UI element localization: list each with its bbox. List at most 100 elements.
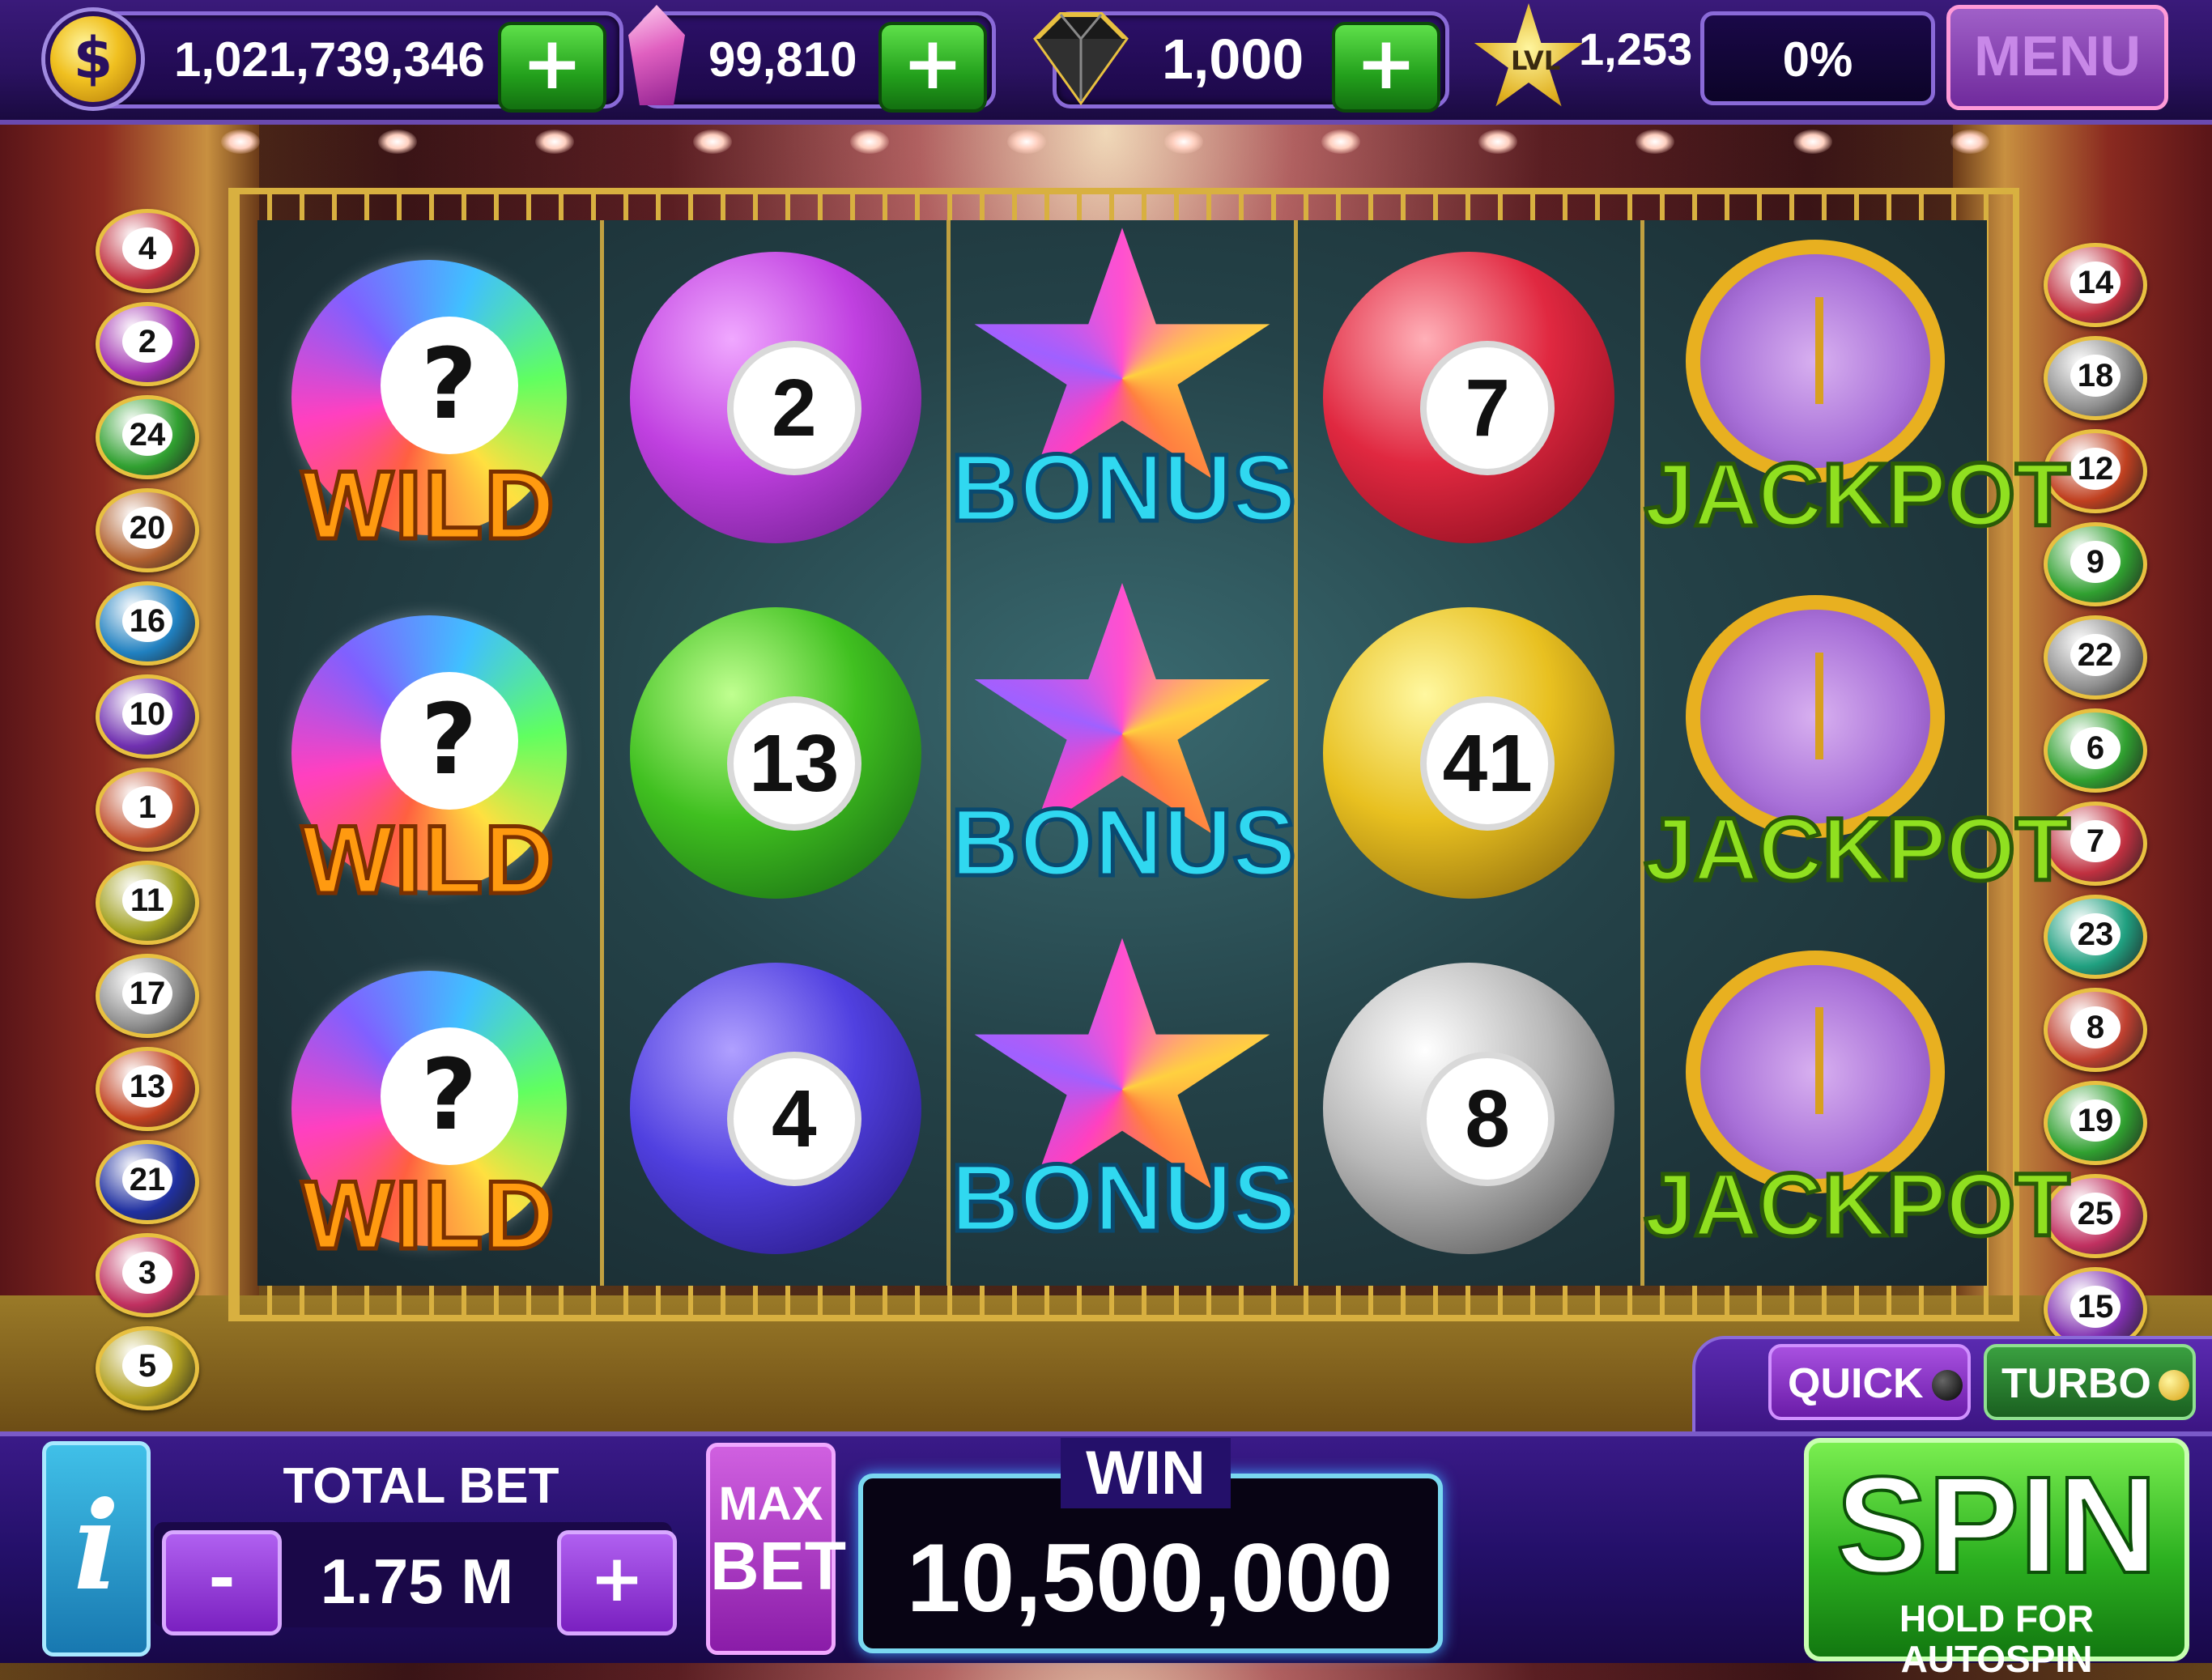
level-prefix: LVL [1511,45,1561,76]
called-number: 12 [2070,448,2121,490]
called-number-right-ball: 23 [2044,895,2147,979]
called-number: 18 [2070,355,2121,397]
called-number-right-ball: 6 [2044,708,2147,793]
symbol-jackpot: JACKPOT [1642,220,2072,576]
called-number-left-ball: 3 [96,1233,199,1317]
stage-lights [162,130,2048,194]
called-number-left-ball: 10 [96,674,199,759]
level-value: 1,253 [1579,23,1693,74]
symbol-bonus: BONUS [949,220,1298,576]
reel-1: ? WILD ? WILD ? WILD [257,220,605,1286]
menu-button[interactable]: MENU [1946,5,2168,110]
symbol-ball-purple: 2 [604,220,946,576]
called-number-right-ball: 22 [2044,615,2147,700]
called-number-left-ball: 13 [96,1047,199,1131]
called-numbers-left: 4 2 24 20 16 10 1 11 17 13 21 3 5 [96,209,201,1419]
buy-coins-button[interactable]: + [498,22,606,113]
called-number: 11 [122,879,172,921]
symbol-wild: ? WILD [257,220,600,576]
symbol-ball-red: 7 [1298,220,1640,576]
called-number-right-ball: 18 [2044,336,2147,420]
called-number-right-ball: 8 [2044,988,2147,1072]
xp-progress-bar: 0% [1700,11,1935,105]
quick-indicator-icon [1932,1370,1963,1401]
top-bar: 1,021,739,346 + $ 99,810 + 1,000 + LVL 1… [0,0,2212,125]
max-bet-button[interactable]: MAX BET [706,1443,846,1655]
quick-label: QUICK [1788,1360,1924,1407]
symbol-wild: ? WILD [257,576,600,931]
called-number: 7 [2070,820,2121,862]
called-number: 10 [122,693,172,735]
symbol-jackpot: JACKPOT [1642,576,2072,931]
called-number: 1 [122,786,172,828]
max-bet-line2: BET [710,1528,846,1604]
quick-spin-toggle[interactable]: QUICK [1768,1344,1971,1420]
bingo-ball-icon: 7 [1323,252,1615,544]
called-number: 9 [2070,541,2121,583]
reels-area: ? WILD ? WILD ? WILD 2 13 4 BONUS BONUS … [257,220,2072,1286]
xp-percent: 0% [1782,32,1853,87]
called-number-left-ball: 21 [96,1140,199,1224]
called-number-left-ball: 17 [96,954,199,1038]
gems-balance: 99,810 + [640,11,996,113]
called-number-left-ball: 16 [96,581,199,666]
symbol-jackpot: JACKPOT [1642,930,2072,1286]
called-number-right-ball: 14 [2044,243,2147,327]
spin-button[interactable]: SPIN HOLD FOR AUTOSPIN [1804,1438,2189,1679]
called-number: 4 [122,228,172,270]
turbo-label: TURBO [2001,1360,2151,1407]
called-number-left-ball: 1 [96,768,199,852]
bingo-ball-icon: 2 [629,252,921,544]
called-number: 22 [2070,634,2121,676]
coins-balance: 1,021,739,346 + [65,11,623,113]
decrease-bet-button[interactable]: - [162,1530,282,1635]
called-number-left-ball: 20 [96,488,199,572]
reel-3: BONUS BONUS BONUS [949,220,1298,1286]
called-number: 3 [122,1252,172,1294]
coin-icon: $ [45,11,141,107]
called-number: 16 [122,600,172,642]
called-number-left-ball: 4 [96,209,199,293]
called-number-left-ball: 24 [96,395,199,479]
reel-2: 2 13 4 [604,220,951,1286]
symbol-ball-blue: 4 [604,930,946,1286]
symbol-bonus: BONUS [949,930,1298,1286]
called-number: 6 [2070,727,2121,769]
called-number: 13 [122,1065,172,1108]
reel-4: 7 41 8 [1298,220,1644,1286]
called-number: 20 [122,507,172,549]
win-value: 10,500,000 [906,1524,1393,1632]
total-bet-label: TOTAL BET [283,1458,559,1514]
gems-value: 99,810 [708,32,857,87]
turbo-spin-toggle[interactable]: TURBO [1984,1344,2196,1420]
symbol-ball-yellow: 41 [1298,576,1640,931]
bingo-ball-icon: 8 [1323,962,1615,1254]
buy-diamonds-button[interactable]: + [1332,22,1440,113]
info-button[interactable]: i [42,1441,151,1657]
increase-bet-button[interactable]: + [557,1530,677,1635]
called-number: 2 [122,321,172,363]
called-number: 15 [2070,1286,2121,1328]
called-number: 5 [122,1345,172,1387]
called-number: 19 [2070,1099,2121,1142]
reel-5: JACKPOT JACKPOT JACKPOT [1642,220,2072,1286]
called-number: 23 [2070,913,2121,955]
bingo-ball-icon: 13 [629,607,921,899]
diamonds-value: 1,000 [1162,28,1304,91]
diamond-icon [1033,12,1129,105]
buy-gems-button[interactable]: + [878,22,987,113]
symbol-ball-silver: 8 [1298,930,1640,1286]
total-bet-value: 1.75 M [320,1546,514,1617]
called-number: 24 [122,414,172,456]
called-number-left-ball: 11 [96,861,199,945]
max-bet-line1: MAX [718,1478,823,1530]
bingo-ball-icon: 41 [1323,607,1615,899]
symbol-ball-green: 13 [604,576,946,931]
called-number-right-ball: 19 [2044,1081,2147,1165]
autospin-hint: HOLD FOR AUTOSPIN [1899,1597,2095,1680]
called-number-left-ball: 5 [96,1326,199,1410]
called-number: 21 [122,1159,172,1201]
coins-value: 1,021,739,346 [174,32,485,87]
called-number-left-ball: 2 [96,302,199,386]
turbo-indicator-icon [2159,1370,2189,1401]
